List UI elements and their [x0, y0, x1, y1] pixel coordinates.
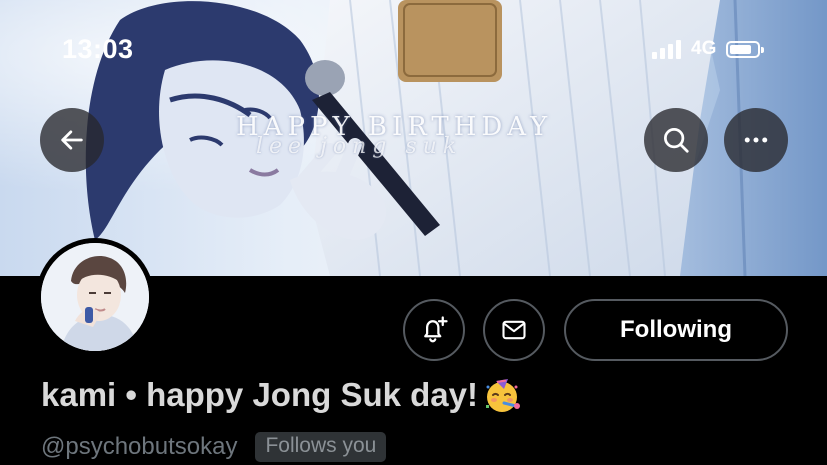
- follows-you-badge: Follows you: [255, 432, 387, 462]
- more-options-button[interactable]: [724, 108, 788, 172]
- user-handle: @psychobutsokay: [41, 433, 238, 460]
- arrow-left-icon: [61, 130, 83, 150]
- partying-face-emoji-icon: [486, 379, 520, 412]
- profile-avatar[interactable]: [36, 238, 154, 356]
- battery-icon: [726, 40, 765, 58]
- search-icon: [664, 128, 689, 153]
- following-button[interactable]: Following: [564, 299, 788, 361]
- profile-banner[interactable]: HAPPY BIRTHDAY lee jong suk 13:03 4G: [0, 0, 827, 276]
- back-button[interactable]: [40, 108, 104, 172]
- search-button[interactable]: [644, 108, 708, 172]
- status-indicators: 4G: [652, 38, 765, 60]
- network-type: 4G: [691, 38, 717, 59]
- bell-plus-icon: [424, 316, 448, 343]
- avatar-image: [41, 243, 149, 351]
- profile-screen: HAPPY BIRTHDAY lee jong suk 13:03 4G Fol…: [0, 0, 827, 465]
- display-name-text: kami • happy Jong Suk day!: [41, 376, 478, 413]
- more-horizontal-icon: [744, 137, 768, 143]
- envelope-icon: [502, 320, 526, 340]
- banner-subtitle-text: lee jong suk: [256, 134, 463, 159]
- status-time: 13:03: [62, 34, 134, 64]
- handle-row: @psychobutsokay Follows you: [41, 432, 387, 462]
- signal-icon: [652, 39, 681, 59]
- message-button[interactable]: [483, 299, 545, 361]
- display-name: kami • happy Jong Suk day!: [41, 375, 522, 415]
- notifications-button[interactable]: [403, 299, 465, 361]
